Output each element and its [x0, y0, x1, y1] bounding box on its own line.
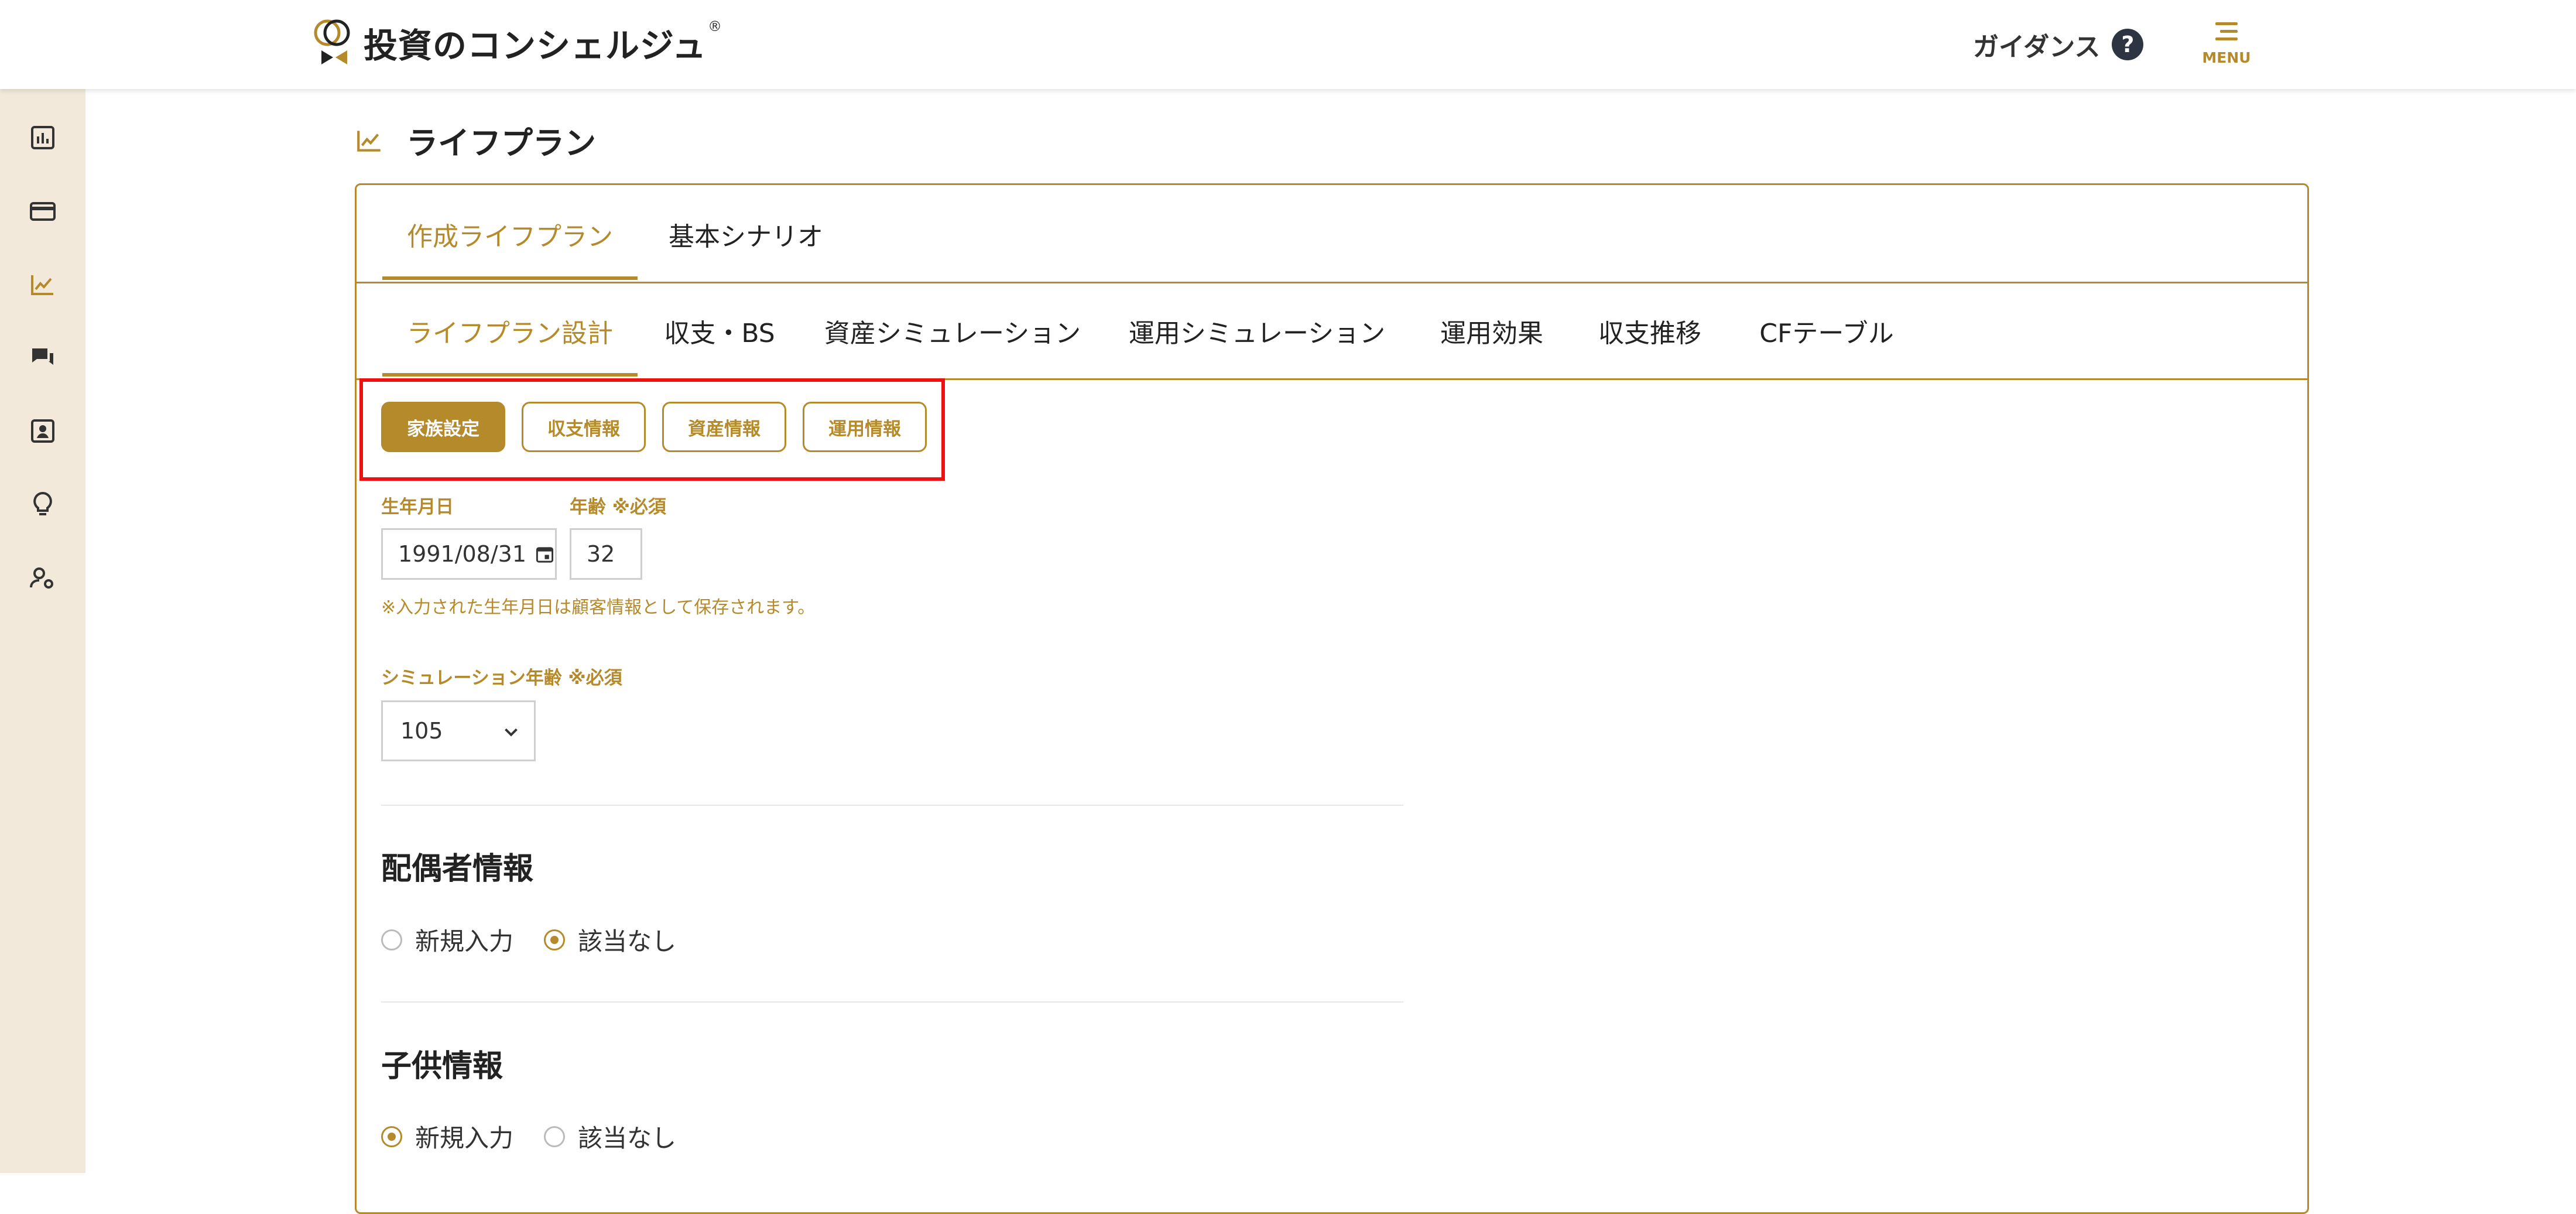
chat-icon[interactable]	[29, 344, 57, 372]
simulation-age-select[interactable]: 105	[381, 700, 536, 761]
children-options: 新規入力 該当なし	[381, 1119, 707, 1154]
primary-tabs: 作成ライフプラン 基本シナリオ	[357, 185, 2307, 283]
app-name: 投資のコンシェルジュ	[364, 26, 707, 66]
spouse-new-radio[interactable]	[381, 929, 402, 950]
lifeplan-card: 作成ライフプラン 基本シナリオ ライフプラン設計 収支・BS 資産シミュレーショ…	[355, 183, 2309, 1214]
section-divider	[381, 1001, 1403, 1003]
spouse-none-label: 該当なし	[578, 927, 677, 956]
tab-investment-effect[interactable]: 運用効果	[1436, 282, 1547, 377]
simulation-age-label: シミュレーション年齢 ※必須	[381, 668, 622, 689]
spouse-new-label: 新規入力	[415, 927, 514, 956]
children-section-title: 子供情報	[381, 1049, 503, 1084]
app-logo[interactable]: 投資のコンシェルジュ ®	[313, 16, 722, 69]
page-title: ライフプラン	[355, 117, 596, 163]
tab-lifeplan-design[interactable]: ライフプラン設計	[382, 282, 638, 377]
birthdate-value: 1991/08/31	[398, 541, 527, 567]
tab-basic-scenario[interactable]: 基本シナリオ	[661, 185, 831, 280]
logo-mark-icon	[314, 19, 350, 64]
menu-button[interactable]: MENU	[2201, 20, 2252, 73]
children-none-radio[interactable]	[544, 1126, 566, 1147]
chevron-down-icon	[505, 728, 518, 737]
simulation-age-value: 105	[400, 718, 443, 744]
age-value: 32	[587, 541, 615, 567]
tab-asset-simulation[interactable]: 資産シミュレーション	[824, 282, 1081, 377]
family-settings-button[interactable]: 家族設定	[381, 402, 505, 452]
user-settings-icon[interactable]	[29, 564, 57, 592]
tab-investment-simulation[interactable]: 運用シミュレーション	[1128, 282, 1386, 377]
guidance-label: ガイダンス	[1973, 32, 2101, 62]
guidance-button[interactable]: ガイダンス ?	[1973, 26, 2144, 63]
spouse-none-radio[interactable]	[544, 929, 566, 950]
menu-label: MENU	[2202, 49, 2251, 66]
investment-info-button[interactable]: 運用情報	[803, 402, 927, 452]
spouse-section-title: 配偶者情報	[381, 851, 534, 887]
credit-card-icon[interactable]	[29, 197, 57, 225]
spouse-options: 新規入力 該当なし	[381, 922, 707, 957]
trend-chart-icon	[357, 130, 381, 152]
birthdate-note: ※入力された生年月日は顧客情報として保存されます。	[381, 597, 816, 618]
dashboard-chart-icon[interactable]	[29, 124, 57, 152]
income-info-button[interactable]: 収支情報	[522, 402, 646, 452]
top-header: 投資のコンシェルジュ ® ガイダンス ? MENU	[0, 0, 2576, 89]
page-title-text: ライフプラン	[406, 125, 596, 162]
registered-mark: ®	[707, 18, 722, 35]
secondary-tabs: ライフプラン設計 収支・BS 資産シミュレーション 運用シミュレーション 運用効…	[357, 282, 2307, 380]
children-new-radio[interactable]	[381, 1126, 402, 1147]
birthdate-field[interactable]: 1991/08/31	[381, 528, 557, 580]
children-none-label: 該当なし	[578, 1124, 677, 1153]
tab-income-bs[interactable]: 収支・BS	[661, 282, 778, 377]
menu-icon	[2215, 22, 2238, 45]
children-new-label: 新規入力	[415, 1124, 514, 1153]
tab-cf-table[interactable]: CFテーブル	[1753, 282, 1900, 377]
calendar-icon[interactable]	[535, 543, 555, 565]
age-label: 年齢 ※必須	[570, 497, 666, 518]
section-divider	[381, 805, 1403, 806]
trend-chart-icon[interactable]	[29, 271, 57, 299]
contact-card-icon[interactable]	[29, 417, 57, 445]
birthdate-label: 生年月日	[381, 497, 454, 518]
age-field[interactable]: 32	[570, 528, 642, 580]
tab-income-trend[interactable]: 収支推移	[1594, 282, 1705, 377]
help-icon: ?	[2112, 29, 2144, 60]
sidebar	[0, 89, 85, 1173]
asset-info-button[interactable]: 資産情報	[662, 402, 786, 452]
tab-created-lifeplan[interactable]: 作成ライフプラン	[382, 185, 638, 280]
lightbulb-icon[interactable]	[29, 491, 57, 519]
